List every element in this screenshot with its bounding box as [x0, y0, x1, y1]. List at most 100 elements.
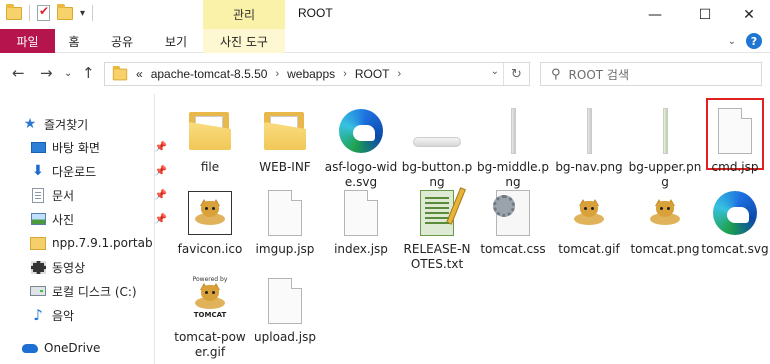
folder-icon: [112, 65, 128, 80]
breadcrumb: « apache-tomcat-8.5.50 › webapps › ROOT …: [136, 67, 401, 81]
file-item[interactable]: bg-upper.png: [629, 102, 701, 190]
breadcrumb-item[interactable]: apache-tomcat-8.5.50: [151, 67, 268, 81]
css-icon: [483, 184, 543, 242]
file-item[interactable]: upload.jsp: [249, 272, 321, 345]
file-item-selected[interactable]: cmd.jsp: [699, 102, 770, 175]
png-icon: [407, 102, 467, 160]
document-icon: [30, 187, 46, 203]
tab-view[interactable]: 보기: [153, 29, 199, 53]
breadcrumb-separator[interactable]: ›: [275, 68, 279, 80]
file-item[interactable]: bg-middle.png: [477, 102, 549, 190]
forward-button[interactable]: →: [40, 64, 53, 82]
sidebar-item-label: 음악: [52, 308, 75, 323]
back-button[interactable]: ←: [12, 64, 25, 82]
folder-icon: [255, 102, 315, 160]
maximize-button[interactable]: ☐: [682, 0, 728, 29]
cloud-icon: [22, 340, 38, 356]
up-button[interactable]: ↑: [82, 64, 95, 82]
folder-icon[interactable]: [6, 3, 22, 20]
tomcat-icon: [559, 184, 619, 242]
pictures-icon: [30, 211, 46, 227]
folder-icon: [30, 235, 46, 251]
file-item[interactable]: asf-logo-wide.svg: [325, 102, 397, 190]
tab-file[interactable]: 파일: [0, 29, 55, 53]
search-icon: ⚲: [551, 66, 561, 82]
breadcrumb-separator[interactable]: ›: [343, 68, 347, 80]
file-name: tomcat.css: [480, 242, 546, 256]
file-item[interactable]: RELEASE-NOTES.txt: [401, 184, 473, 272]
sidebar-item-label: 사진: [52, 212, 75, 227]
file-item[interactable]: bg-nav.png: [553, 102, 625, 175]
search-placeholder: ROOT 검색: [568, 67, 629, 82]
file-item[interactable]: imgup.jsp: [249, 184, 321, 257]
minimize-button[interactable]: —: [632, 0, 678, 29]
sidebar-item-label: 문서: [52, 188, 75, 203]
customize-toolbar-icon[interactable]: ▾: [80, 8, 85, 19]
help-icon[interactable]: ?: [746, 33, 762, 49]
window-title: ROOT: [298, 6, 333, 20]
sidebar-item-onedrive[interactable]: OneDrive: [22, 336, 176, 360]
sidebar-item-label: 바탕 화면: [52, 140, 100, 155]
address-history-dropdown[interactable]: ⌄: [491, 66, 499, 77]
file-item[interactable]: Powered by TOMCAT tomcat-power.gif: [174, 272, 246, 360]
sidebar-item-label: 즐겨찾기: [44, 117, 89, 132]
overflow-chevron[interactable]: «: [136, 67, 143, 81]
navigation-pane: ★ 즐겨찾기 바탕 화면 📌 ⬇ 다운로드 📌 문서 📌 사진 📌 npp.7.…: [0, 104, 167, 364]
sidebar-item-npp[interactable]: npp.7.9.1.portab: [30, 231, 154, 255]
edge-icon: [331, 102, 391, 160]
folder-icon: [180, 102, 240, 160]
navigation-bar: ← → ⌄ ↑ « apache-tomcat-8.5.50 › webapps…: [0, 54, 770, 94]
file-name: index.jsp: [334, 242, 388, 256]
file-name: cmd.jsp: [711, 160, 759, 174]
png-icon: [559, 102, 619, 160]
address-bar[interactable]: « apache-tomcat-8.5.50 › webapps › ROOT …: [104, 62, 530, 86]
file-name: tomcat.svg: [701, 242, 769, 256]
file-item[interactable]: tomcat.css: [477, 184, 549, 257]
file-item[interactable]: favicon.ico: [174, 184, 246, 257]
download-icon: ⬇: [32, 163, 44, 179]
recent-locations-button[interactable]: ⌄: [64, 68, 72, 79]
file-item[interactable]: bg-button.png: [401, 102, 473, 190]
breadcrumb-item[interactable]: ROOT: [355, 67, 390, 81]
file-name: imgup.jsp: [255, 242, 315, 256]
file-item[interactable]: tomcat.gif: [553, 184, 625, 257]
tomcat-icon: [635, 184, 695, 242]
expand-ribbon-icon[interactable]: ⌄: [728, 36, 736, 47]
new-folder-icon[interactable]: [57, 3, 73, 20]
tab-picture-tools[interactable]: 사진 도구: [203, 29, 285, 53]
sidebar-item-label: 다운로드: [52, 164, 97, 179]
music-icon: ♪: [33, 306, 43, 324]
search-box[interactable]: ⚲ ROOT 검색: [540, 62, 762, 86]
tomcat-icon: [180, 184, 240, 242]
document-icon: [331, 184, 391, 242]
sidebar-item-label: 동영상: [52, 260, 86, 275]
file-item[interactable]: index.jsp: [325, 184, 397, 257]
sidebar-item-favorites[interactable]: ★ 즐겨찾기: [22, 112, 176, 136]
sidebar-item-local-disk[interactable]: 로컬 디스크 (C:): [30, 279, 154, 303]
powered-by-label: Powered by: [192, 276, 228, 283]
quick-access-toolbar: ▾: [6, 3, 94, 21]
title-bar: ▾ 관리 ROOT — ☐ ✕: [0, 0, 770, 29]
file-item[interactable]: tomcat.png: [629, 184, 701, 257]
text-icon: [407, 184, 467, 242]
ribbon-tab-bar: 파일 홈 공유 보기 사진 도구 ⌄ ?: [0, 29, 770, 53]
breadcrumb-separator[interactable]: ›: [398, 68, 402, 80]
ribbon-right-controls: ⌄ ?: [728, 33, 762, 49]
powered-by-brand: TOMCAT: [193, 311, 227, 319]
drive-icon: [30, 283, 46, 299]
breadcrumb-item[interactable]: webapps: [287, 67, 335, 81]
document-icon: [255, 272, 315, 330]
file-item[interactable]: tomcat.svg: [699, 184, 770, 257]
file-list: file WEB-INF asf-logo-wide.svg bg-button…: [156, 94, 770, 364]
sidebar-item-label: OneDrive: [44, 341, 101, 355]
tab-share[interactable]: 공유: [99, 29, 145, 53]
refresh-button[interactable]: ↻: [503, 63, 529, 85]
tab-home[interactable]: 홈: [57, 29, 91, 53]
file-item[interactable]: file: [174, 102, 246, 175]
desktop-icon: [30, 139, 46, 155]
properties-icon[interactable]: [37, 4, 50, 21]
edge-icon: [705, 184, 765, 242]
png-icon: [483, 102, 543, 160]
close-button[interactable]: ✕: [726, 0, 770, 29]
file-item[interactable]: WEB-INF: [249, 102, 321, 175]
